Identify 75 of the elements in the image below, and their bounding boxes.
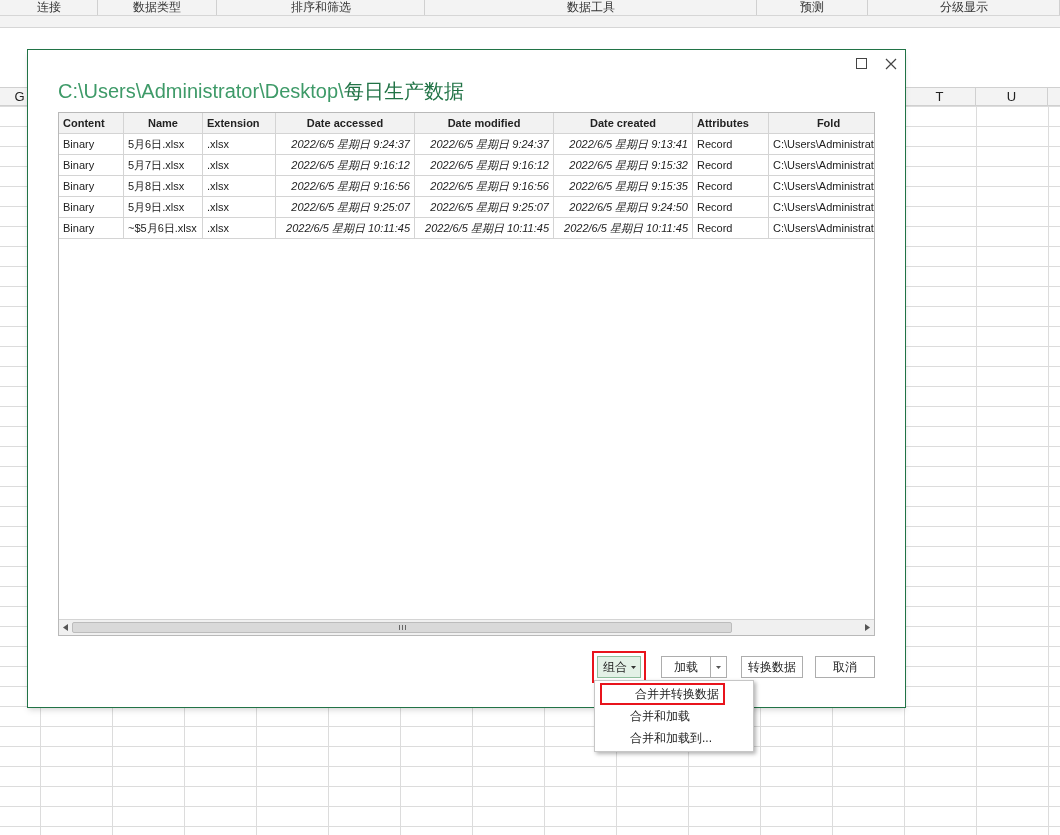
table-cell-text: Record [697, 221, 733, 236]
menu-item[interactable]: 合并并转换数据 [600, 683, 725, 705]
scroll-left-icon[interactable] [63, 624, 68, 631]
column-header[interactable]: Date created [589, 113, 656, 133]
column-header[interactable]: Date modified [447, 113, 521, 133]
load-dropdown-button[interactable] [711, 656, 727, 678]
column-header[interactable]: Name [148, 113, 178, 133]
caret-icon [716, 665, 721, 669]
table-cell-text: C:\Users\Administrat [773, 158, 874, 173]
table-cell-text: C:\Users\Administrat [773, 137, 874, 152]
menu-item[interactable]: 合并和加载到... [595, 727, 753, 749]
table-cell-text: Record [697, 200, 733, 215]
scroll-right-icon[interactable] [865, 624, 870, 631]
transform-data-button[interactable]: 转换数据 [741, 656, 803, 678]
column-header: G [14, 88, 25, 105]
table-cell-text: 2022/6/5 星期日 9:16:12 [430, 158, 549, 173]
table-cell-text: 2022/6/5 星期日 9:13:41 [569, 137, 688, 152]
table-cell-text: 2022/6/5 星期日 9:16:56 [430, 179, 549, 194]
table-cell-text: Binary [63, 200, 95, 215]
horizontal-scrollbar[interactable] [59, 619, 874, 635]
table-cell-text: .xlsx [207, 137, 229, 152]
table-cell-text: 2022/6/5 星期日 9:15:32 [569, 158, 688, 173]
caret-icon [630, 665, 636, 669]
table-cell-text: Record [697, 179, 733, 194]
table-cell-text: .xlsx [207, 179, 229, 194]
table-cell-text: 5月6日.xlsx [128, 137, 185, 152]
table-cell-text: 2022/6/5 星期日 9:15:35 [569, 179, 688, 194]
column-header[interactable]: Attributes [697, 113, 749, 133]
table-cell-text: 2022/6/5 星期日 9:25:07 [430, 200, 549, 215]
table-cell-text: .xlsx [207, 200, 229, 215]
table-cell-text: .xlsx [207, 158, 229, 173]
table-cell-text: Binary [63, 158, 95, 173]
load-button[interactable]: 加载 [661, 656, 711, 678]
column-header[interactable]: Date accessed [306, 113, 384, 133]
column-header[interactable]: Extension [207, 113, 260, 133]
grip-icon [398, 625, 406, 630]
menu-item[interactable]: 合并和加载 [595, 705, 753, 727]
table-cell-text: 5月7日.xlsx [128, 158, 185, 173]
table-cell-text: ~$5月6日.xlsx [128, 221, 197, 236]
column-header: U [1006, 88, 1017, 105]
table-cell-text: C:\Users\Administrat [773, 221, 874, 236]
maximize-icon[interactable] [856, 58, 867, 69]
ribbon-group-label: 预测 [800, 0, 824, 15]
column-header[interactable]: Content [63, 113, 105, 133]
column-header: T [935, 88, 944, 105]
table-cell-text: 2022/6/5 星期日 9:24:37 [430, 137, 549, 152]
ribbon-group-label: 数据类型 [133, 0, 181, 15]
table-cell-text: 2022/6/5 星期日 9:24:37 [291, 137, 410, 152]
ribbon-group-label: 排序和筛选 [290, 0, 351, 15]
table-cell-text: Record [697, 137, 733, 152]
table-cell-text: Record [697, 158, 733, 173]
table-cell-text: .xlsx [207, 221, 229, 236]
table-cell-text: Binary [63, 137, 95, 152]
close-icon[interactable] [885, 58, 897, 70]
folder-path: C:\Users\Administrator\Desktop\每日生产数据 [58, 79, 465, 104]
table-cell-text: 2022/6/5 星期日 10:11:45 [286, 221, 410, 236]
table-cell-text: 2022/6/5 星期日 9:25:07 [291, 200, 410, 215]
table-cell-text: Binary [63, 179, 95, 194]
ribbon-group-label: 连接 [36, 0, 61, 15]
table-cell-text: C:\Users\Administrat [773, 179, 874, 194]
scrollbar-thumb[interactable] [72, 622, 732, 633]
ribbon-group-label: 数据工具 [566, 0, 615, 15]
column-header[interactable]: Fold [816, 113, 841, 133]
combine-button[interactable]: 组合 [597, 656, 641, 678]
table-cell-text: Binary [63, 221, 95, 236]
table-cell-text: 2022/6/5 星期日 9:24:50 [569, 200, 688, 215]
table-cell-text: 2022/6/5 星期日 9:16:56 [291, 179, 410, 194]
ribbon-group-label: 分级显示 [939, 0, 988, 15]
cancel-button[interactable]: 取消 [815, 656, 875, 678]
table-cell-text: 2022/6/5 星期日 10:11:45 [564, 221, 688, 236]
table-cell-text: 2022/6/5 星期日 10:11:45 [425, 221, 549, 236]
table-cell-text: 2022/6/5 星期日 9:16:12 [291, 158, 410, 173]
table-cell-text: 5月9日.xlsx [128, 200, 185, 215]
table-cell-text: C:\Users\Administrat [773, 200, 874, 215]
table-cell-text: 5月8日.xlsx [128, 179, 185, 194]
